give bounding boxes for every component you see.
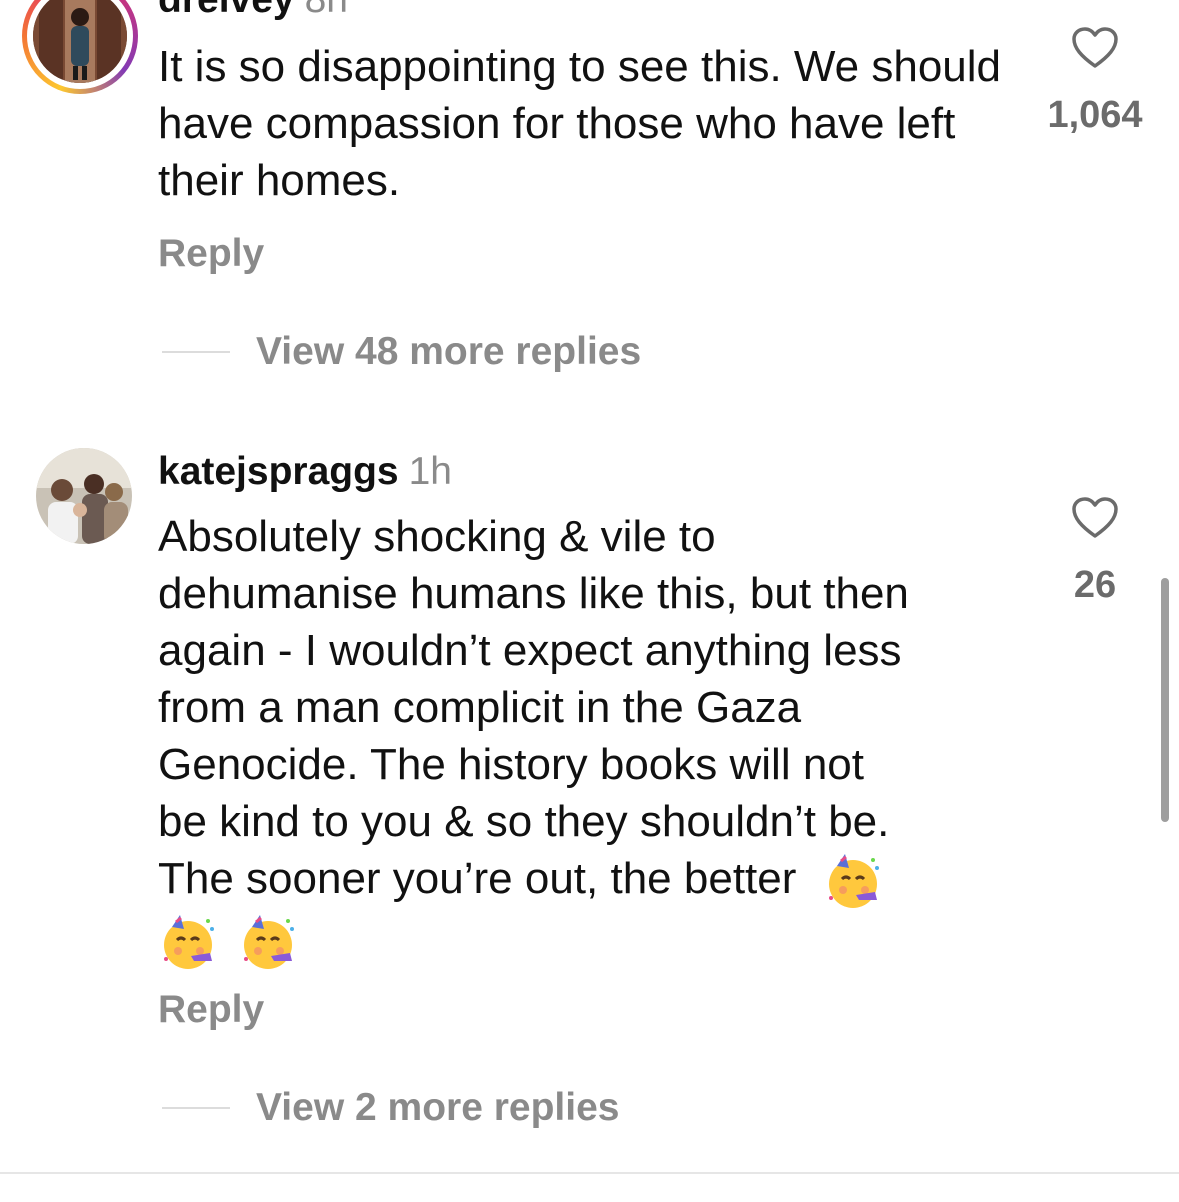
comment-text-line: Genocide. The history books will not [158,740,864,789]
like-count: 1,064 [1047,94,1143,136]
scrollbar[interactable] [1161,578,1169,822]
comment-time: 1h [408,450,452,493]
comment-text-line: dehumanise humans like this, but then [158,569,909,618]
like-control: 1,064 [1030,26,1160,137]
heart-outline-icon[interactable] [1071,26,1119,70]
replies-divider-line [162,1107,230,1109]
comment-text-line-with-emoji: The sooner you’re out, the better [158,850,1028,910]
view-more-replies-label: View 2 more replies [256,1086,620,1129]
heart-outline-icon[interactable] [1071,496,1119,540]
party-face-emoji [828,854,879,909]
comments-screen: drelvey8h It is so disappointing to see … [0,0,1179,1202]
like-count: 26 [1073,564,1117,606]
party-face-emoji [244,914,295,969]
reply-button[interactable]: Reply [158,232,264,276]
comment-item: katejspraggs 1h Absolutely shocking & vil… [0,440,1179,1160]
avatar[interactable] [36,448,132,544]
bottom-divider [0,1172,1179,1174]
emoji-row [158,910,1028,969]
comment-text-line: again - I wouldn’t expect anything less [158,626,902,675]
like-control: 26 [1030,496,1160,607]
comment-username[interactable]: drelvey8h [158,0,348,22]
comment-text-line: from a man complicit in the Gaza [158,683,802,732]
comment-text-line: be kind to you & so they shouldn’t be. [158,797,890,846]
comment-text: Absolutely shocking & vile to dehumanise… [158,508,1028,969]
comment-time: 8h [305,0,348,21]
comment-username[interactable]: katejspraggs 1h [158,450,452,494]
reply-button[interactable]: Reply [158,988,264,1032]
comment-text-line: Absolutely shocking & vile to [158,512,716,561]
view-more-replies-label: View 48 more replies [256,330,642,373]
comment-item: drelvey8h It is so disappointing to see … [0,0,1179,400]
comment-text: It is so disappointing to see this. We s… [158,42,1002,205]
avatar-story-ring[interactable] [22,0,138,94]
replies-divider-line [162,351,230,353]
avatar-photo [36,448,132,544]
view-more-replies-button[interactable]: View 2 more replies [162,1086,619,1130]
party-face-emoji [164,914,214,969]
view-more-replies-button[interactable]: View 48 more replies [162,330,641,374]
